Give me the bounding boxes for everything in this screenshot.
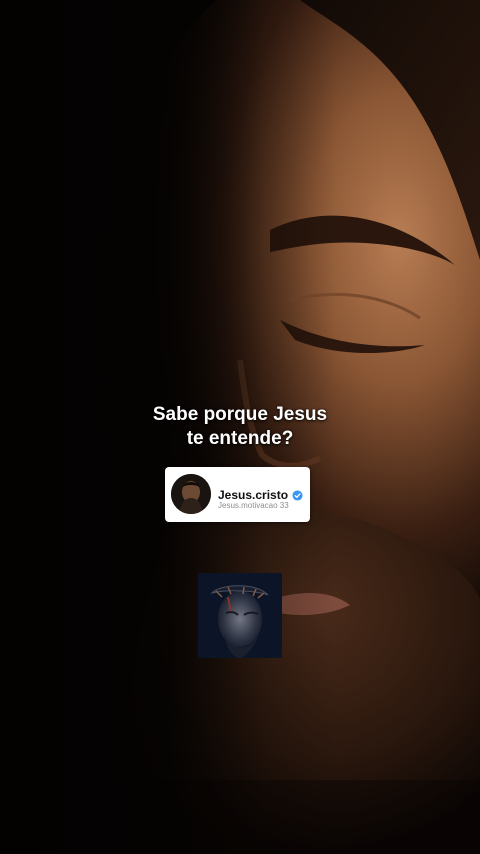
caption-line-2: te entende? [186,428,294,449]
username-label[interactable]: Jesus.cristo [218,488,288,502]
avatar-image [171,474,211,514]
verified-badge-icon [292,489,303,501]
jesus-thumbnail-image [198,573,282,658]
avatar[interactable] [171,474,211,514]
jesus-thumbnail-art [198,573,282,658]
caption-line-1: Sabe porque Jesus [152,404,328,425]
handle-label: Jesus.motivacao 33 [218,501,289,510]
caption-text: Sabe porque Jesus te entende? [0,403,480,451]
profile-card[interactable]: Jesus.cristo Jesus.motivacao 33 [165,467,310,522]
